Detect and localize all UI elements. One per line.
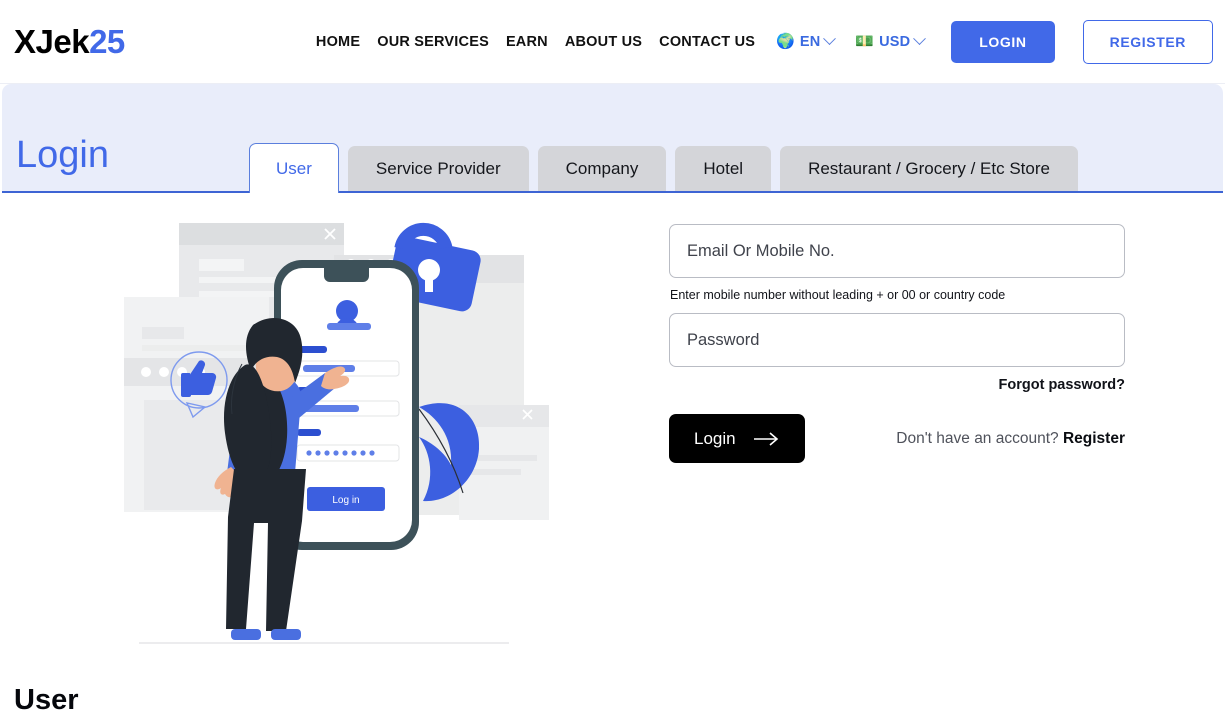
language-label: EN — [799, 33, 821, 50]
register-link[interactable]: Register — [1063, 430, 1125, 447]
section-title: User — [14, 684, 79, 716]
register-prompt: Don't have an account? Register — [896, 430, 1125, 448]
header-login-button[interactable]: LOGIN — [951, 20, 1055, 63]
logo-text-primary: XJek — [14, 22, 90, 60]
main-navigation: HOME OUR SERVICES EARN ABOUT US CONTACT … — [316, 19, 1213, 64]
forgot-password-row: Forgot password? — [669, 376, 1125, 394]
chevron-down-icon — [913, 32, 927, 46]
login-type-tabs: User Service Provider Company Hotel Rest… — [249, 84, 1078, 193]
language-selector[interactable]: 🌍 EN — [776, 32, 837, 50]
currency-label: USD — [879, 33, 911, 50]
header-register-button[interactable]: REGISTER — [1082, 19, 1213, 64]
login-action-row: Login Don't have an account? Register — [669, 414, 1125, 463]
mobile-help-text: Enter mobile number without leading + or… — [670, 288, 1006, 302]
arrow-right-icon — [753, 431, 778, 446]
chevron-down-icon — [823, 32, 837, 46]
login-banner: Login User Service Provider Company Hote… — [2, 84, 1223, 193]
login-submit-label: Login — [694, 428, 736, 448]
tab-user[interactable]: User — [249, 143, 339, 193]
phone-login-button-label: Log in — [332, 495, 359, 506]
email-or-mobile-input[interactable] — [669, 224, 1125, 278]
page-title: Login — [16, 134, 109, 176]
section-footer: User — [14, 684, 79, 717]
password-input[interactable] — [669, 313, 1125, 367]
tab-restaurant-grocery-store[interactable]: Restaurant / Grocery / Etc Store — [780, 146, 1078, 191]
illustration-column: Log in — [14, 215, 654, 658]
site-header: XJek25 HOME OUR SERVICES EARN ABOUT US C… — [0, 0, 1225, 84]
login-illustration: Log in — [124, 222, 549, 644]
site-logo[interactable]: XJek25 — [14, 23, 125, 61]
globe-icon: 🌍 — [776, 33, 795, 50]
money-icon: 💵 — [855, 33, 875, 50]
forgot-password-link[interactable]: Forgot password? — [999, 377, 1125, 393]
logo-text-accent: 25 — [89, 22, 125, 60]
nav-item-home[interactable]: HOME — [316, 34, 360, 50]
tab-hotel[interactable]: Hotel — [675, 146, 772, 191]
login-form: Enter mobile number without leading + or… — [654, 215, 1211, 658]
tab-service-provider[interactable]: Service Provider — [347, 146, 529, 191]
login-main: Log in Enter mobile number witho — [0, 193, 1225, 658]
tab-company[interactable]: Company — [537, 146, 667, 191]
nav-item-contact-us[interactable]: CONTACT US — [659, 34, 755, 50]
nav-item-earn[interactable]: EARN — [506, 34, 548, 50]
nav-item-our-services[interactable]: OUR SERVICES — [377, 34, 489, 50]
currency-selector[interactable]: 💵 USD — [855, 32, 927, 50]
login-submit-button[interactable]: Login — [669, 414, 805, 463]
nav-item-about-us[interactable]: ABOUT US — [565, 34, 642, 50]
register-prompt-text: Don't have an account? — [896, 429, 1059, 447]
